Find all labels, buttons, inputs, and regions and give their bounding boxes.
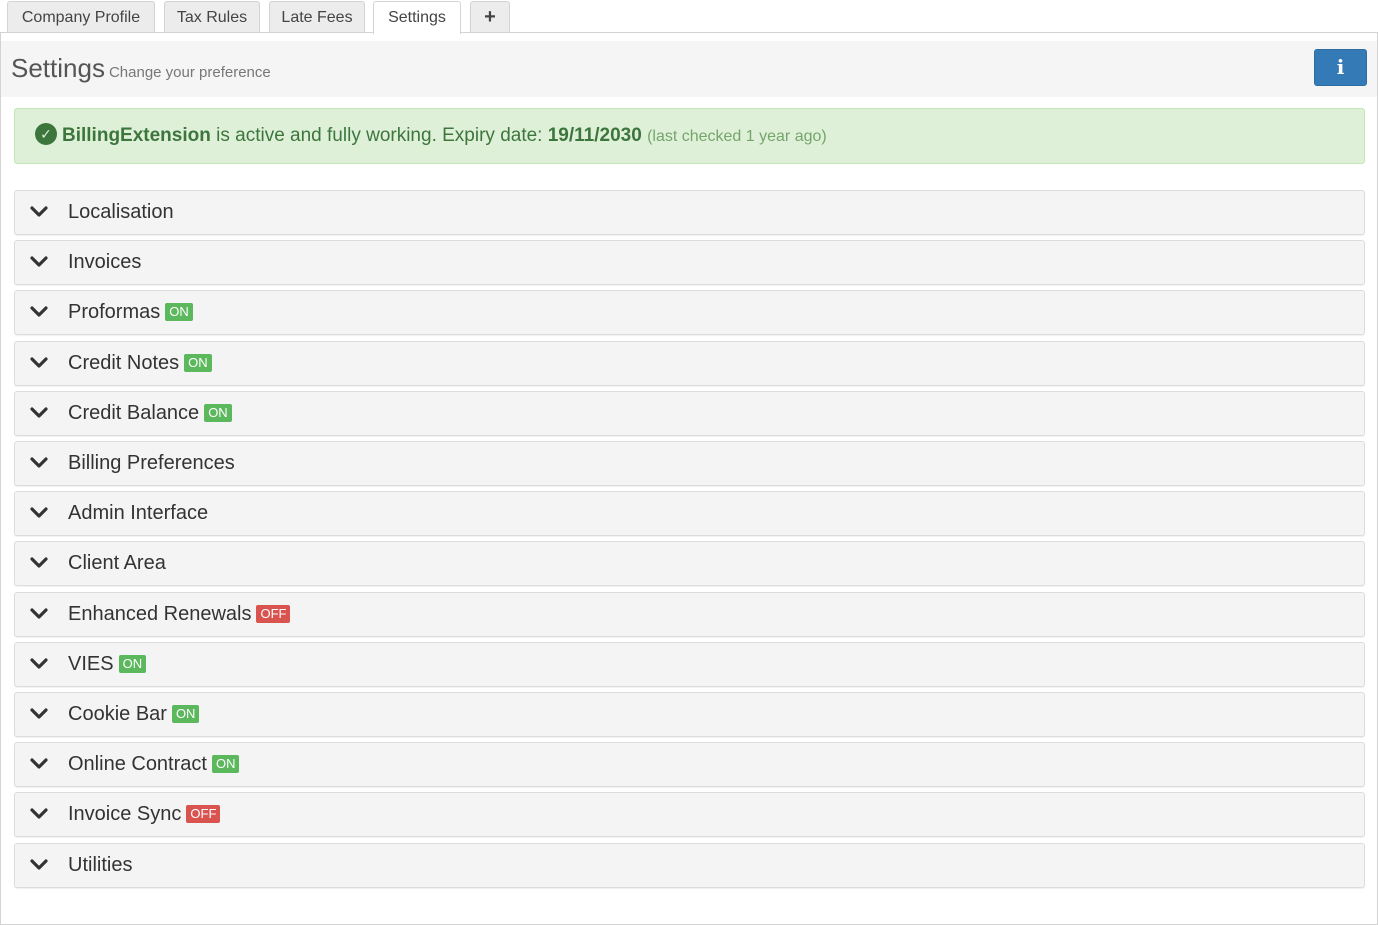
section-title: Credit Balance	[68, 402, 200, 424]
tab-late-fees[interactable]: Late Fees	[269, 1, 365, 32]
page-title-text: Settings	[11, 53, 105, 83]
section-label: Credit Notes ON	[68, 352, 212, 375]
section-label: Invoices	[68, 251, 141, 274]
tab-tax-rules[interactable]: Tax Rules	[164, 1, 260, 32]
section-label: VIES ON	[68, 653, 147, 676]
section-title: Client Area	[68, 552, 166, 574]
license-status-alert: ✓ BillingExtension is active and fully wo…	[14, 108, 1365, 164]
section-title: Enhanced Renewals	[68, 603, 252, 625]
tab-company-profile[interactable]: Company Profile	[7, 1, 155, 32]
chevron-down-icon	[30, 357, 48, 368]
section-localisation[interactable]: Localisation	[14, 190, 1365, 235]
chevron-down-icon	[30, 808, 48, 819]
section-label: Credit Balance ON	[68, 402, 232, 425]
section-billing-preferences[interactable]: Billing Preferences	[14, 441, 1365, 486]
section-label: Admin Interface	[68, 502, 208, 525]
page-header: Settings Change your preference	[1, 41, 1377, 97]
section-title: Localisation	[68, 201, 174, 223]
tab-bar: Company Profile Tax Rules Late Fees Sett…	[0, 0, 1378, 34]
section-credit-notes[interactable]: Credit Notes ON	[14, 341, 1365, 386]
section-vies[interactable]: VIES ON	[14, 642, 1365, 687]
check-circle-icon: ✓	[35, 122, 57, 145]
section-label: Enhanced Renewals OFF	[68, 603, 291, 626]
section-label: Localisation	[68, 201, 174, 224]
chevron-down-icon	[30, 708, 48, 719]
status-badge: OFF	[186, 805, 221, 823]
section-label: Proformas ON	[68, 301, 193, 324]
section-proformas[interactable]: Proformas ON	[14, 290, 1365, 335]
status-badge: ON	[204, 404, 232, 422]
chevron-down-icon	[30, 507, 48, 518]
info-button[interactable]: i	[1314, 49, 1367, 86]
section-online-contract[interactable]: Online Contract ON	[14, 742, 1365, 787]
status-badge: ON	[165, 303, 193, 321]
chevron-down-icon	[30, 859, 48, 870]
chevron-down-icon	[30, 557, 48, 568]
section-credit-balance[interactable]: Credit Balance ON	[14, 391, 1365, 436]
section-label: Invoice Sync OFF	[68, 803, 221, 826]
chevron-down-icon	[30, 658, 48, 669]
status-badge: ON	[184, 354, 212, 372]
chevron-down-icon	[30, 256, 48, 267]
product-name: BillingExtension	[62, 125, 211, 146]
status-badge: ON	[171, 705, 200, 723]
section-invoices[interactable]: Invoices	[14, 240, 1365, 285]
chevron-down-icon	[30, 457, 48, 468]
section-title: Credit Notes	[68, 352, 180, 374]
last-checked: (last checked 1 year ago)	[647, 128, 827, 145]
section-title: Utilities	[68, 854, 133, 876]
section-label: Cookie Bar ON	[68, 703, 200, 726]
status-badge: OFF	[256, 605, 291, 623]
section-cookie-bar[interactable]: Cookie Bar ON	[14, 692, 1365, 737]
alert-message: is active and fully working. Expiry date…	[216, 125, 543, 146]
section-enhanced-renewals[interactable]: Enhanced Renewals OFF	[14, 592, 1365, 637]
section-label: Utilities	[68, 854, 132, 877]
chevron-down-icon	[30, 608, 48, 619]
chevron-down-icon	[30, 758, 48, 769]
page-subtitle: Change your preference	[108, 64, 271, 81]
status-badge: ON	[211, 755, 240, 773]
section-title: Proformas	[68, 301, 161, 323]
section-utilities[interactable]: Utilities	[14, 843, 1365, 888]
section-title: Cookie Bar	[68, 703, 167, 725]
section-label: Client Area	[68, 552, 166, 575]
section-admin-interface[interactable]: Admin Interface	[14, 491, 1365, 536]
tab-settings[interactable]: Settings	[373, 1, 461, 34]
section-title: Admin Interface	[68, 502, 209, 524]
settings-panel: Settings Change your preference i ✓ Billin…	[0, 32, 1378, 925]
section-title: Online Contract	[68, 753, 207, 775]
expiry-date: 19/11/2030	[547, 125, 642, 146]
section-title: VIES	[68, 653, 114, 675]
status-badge: ON	[118, 655, 147, 673]
add-tab-button[interactable]: +	[470, 1, 510, 32]
info-icon: i	[1336, 55, 1345, 79]
section-title: Billing Preferences	[68, 452, 235, 474]
section-invoice-sync[interactable]: Invoice Sync OFF	[14, 792, 1365, 837]
section-label: Billing Preferences	[68, 452, 235, 475]
chevron-down-icon	[30, 407, 48, 418]
page-title: Settings Change your preference	[11, 53, 271, 84]
section-title: Invoice Sync	[68, 803, 182, 825]
section-client-area[interactable]: Client Area	[14, 541, 1365, 586]
section-title: Invoices	[68, 251, 142, 273]
section-label: Online Contract ON	[68, 753, 240, 776]
chevron-down-icon	[30, 306, 48, 317]
chevron-down-icon	[30, 206, 48, 217]
